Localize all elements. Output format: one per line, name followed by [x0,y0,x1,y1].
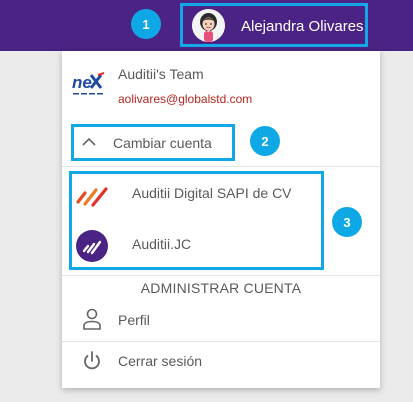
menu-item-label: Perfil [118,312,150,328]
menu-item-profile[interactable]: Perfil [62,303,380,337]
auditii-logo-orange-icon [76,187,108,207]
divider [62,275,380,276]
chevron-up-icon [82,137,96,146]
svg-text:ne: ne [72,73,92,92]
divider [62,341,380,342]
top-bar: 1 Alejandra Olivares [0,0,413,51]
person-icon [83,308,101,330]
divider [62,166,380,167]
nex-logo-icon: ne [72,72,105,95]
account-name: Auditii Digital SAPI de CV [132,185,292,201]
step-badge-1: 1 [131,9,161,39]
user-name: Alejandra Olivares [241,18,364,35]
menu-item-logout[interactable]: Cerrar sesión [62,344,380,378]
admin-section-heading: ADMINISTRAR CUENTA [140,280,302,296]
account-dropdown: ne Auditii's Team aolivares@globalstd.co… [62,51,380,388]
switch-account-label: Cambiar cuenta [113,135,212,151]
switch-account-button[interactable]: Cambiar cuenta [71,124,235,161]
account-item-auditii-digital[interactable]: Auditii Digital SAPI de CV [72,178,321,218]
account-name: Auditii.JC [132,236,192,252]
team-email: aolivares@globalstd.com [118,92,253,106]
step-badge-3: 3 [332,207,362,237]
team-name: Auditii's Team [118,66,204,82]
account-list: Auditii Digital SAPI de CV Auditii.JC [69,171,324,270]
power-icon [84,351,100,370]
step-badge-2: 2 [250,126,280,156]
user-menu-button[interactable]: Alejandra Olivares [180,3,368,47]
avatar [192,9,225,42]
menu-item-label: Cerrar sesión [118,353,203,369]
account-item-auditii-jc[interactable]: Auditii.JC [72,227,321,267]
user-avatar-icon [192,9,225,42]
auditii-logo-purple-icon [76,230,108,262]
